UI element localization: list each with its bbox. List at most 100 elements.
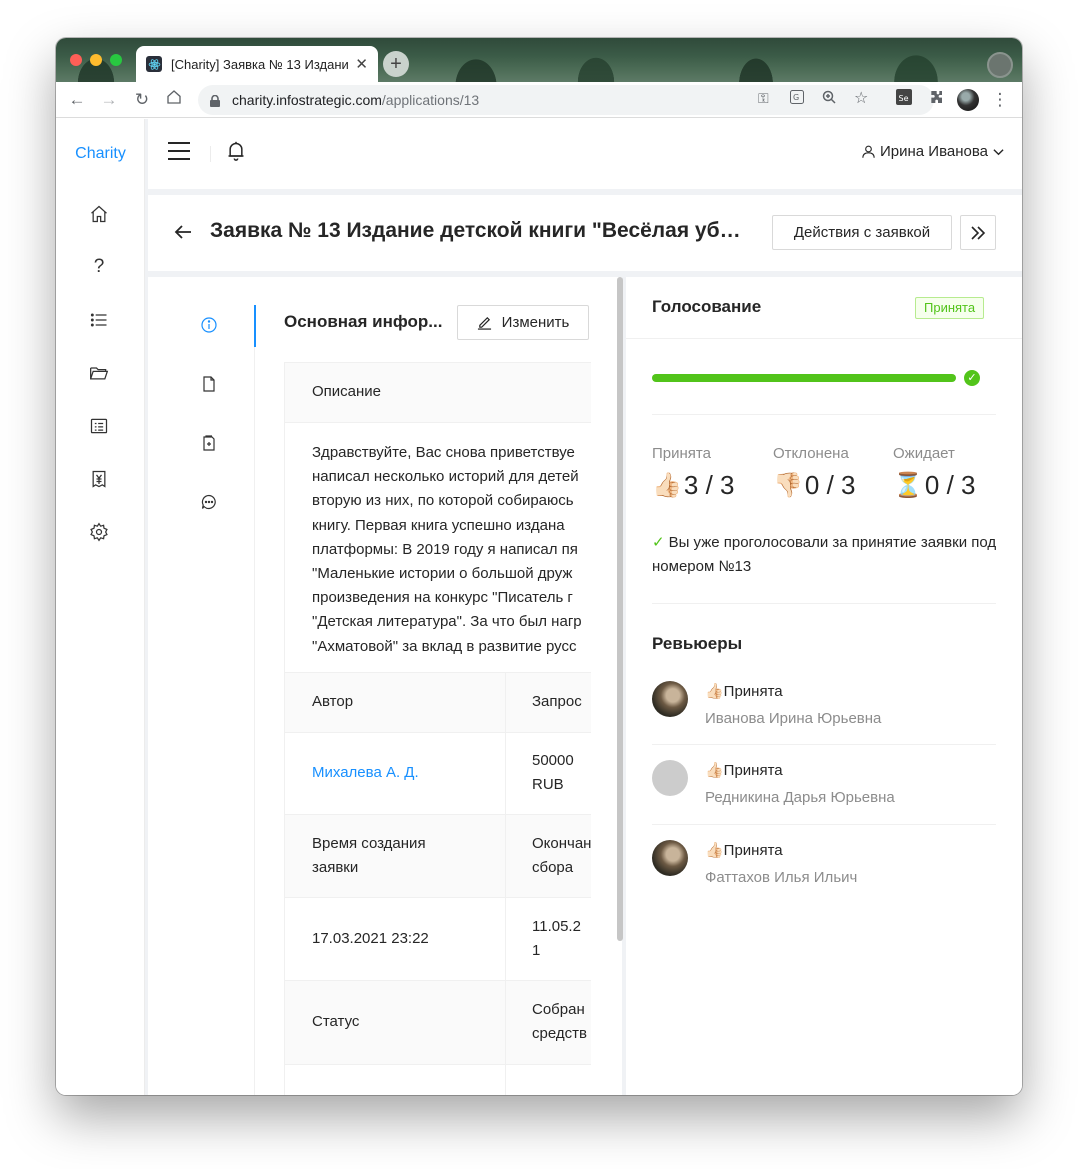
description-line: "Маленькие истории о большой друж bbox=[312, 565, 573, 583]
bookmark-star-icon[interactable]: ☆ bbox=[854, 88, 868, 108]
top-header: Ирина Иванова bbox=[148, 119, 1022, 189]
translate-icon[interactable]: G bbox=[790, 90, 804, 107]
react-icon bbox=[146, 56, 162, 72]
help-icon[interactable]: ? bbox=[88, 256, 110, 278]
list-icon[interactable] bbox=[88, 309, 110, 331]
user-name: Ирина Иванова bbox=[880, 143, 988, 160]
content-scrollbar[interactable] bbox=[617, 277, 623, 941]
svg-text:Se: Se bbox=[899, 94, 909, 103]
minimize-window-button[interactable] bbox=[90, 54, 102, 66]
home-nav-icon[interactable] bbox=[162, 88, 186, 112]
description-line: "Ахматовой" за вклад в развитие русс bbox=[312, 637, 577, 655]
card-divider bbox=[626, 338, 1022, 339]
back-arrow-icon[interactable] bbox=[174, 223, 192, 241]
stat-pending: Ожидает ⏳ 0 / 3 bbox=[893, 445, 975, 501]
browser-tab[interactable]: [Charity] Заявка № 13 Издани ✕ bbox=[136, 46, 378, 82]
browser-menu-icon[interactable]: ⋮ bbox=[988, 88, 1012, 112]
description-line: написал несколько историй для детей bbox=[312, 468, 579, 486]
reload-icon[interactable]: ↻ bbox=[130, 88, 154, 112]
comment-icon[interactable] bbox=[200, 493, 218, 511]
settings-icon[interactable] bbox=[88, 521, 110, 543]
extensions-puzzle-icon[interactable] bbox=[924, 88, 948, 112]
list-divider bbox=[652, 744, 996, 745]
list-divider bbox=[652, 824, 996, 825]
tab-close-icon[interactable]: ✕ bbox=[355, 55, 368, 73]
description-line: платформы: В 2019 году я написал пя bbox=[312, 540, 578, 558]
key-icon[interactable]: ⚿ bbox=[758, 90, 769, 107]
request-amount-currency: RUB bbox=[532, 776, 564, 793]
lock-icon bbox=[210, 94, 220, 107]
anchor-active-indicator bbox=[254, 305, 256, 347]
address-bar[interactable]: charity.infostrategic.com/applications/1… bbox=[198, 85, 934, 115]
table-column-divider bbox=[505, 673, 506, 1095]
page-header: Заявка № 13 Издание детской книги "Весёл… bbox=[148, 195, 1022, 271]
description-line: книгу. Первая книга успешно издана bbox=[312, 516, 565, 534]
info-circle-icon[interactable] bbox=[200, 316, 218, 334]
author-link[interactable]: Михалева А. Д. bbox=[312, 761, 502, 785]
table-border bbox=[285, 362, 591, 363]
browser-window: [Charity] Заявка № 13 Издани ✕ + ← → ↻ c… bbox=[56, 38, 1022, 1095]
table-border bbox=[285, 897, 591, 898]
reviewer-item: 👍🏻Принята Иванова Ирина Юрьевна bbox=[652, 677, 996, 757]
notification-bell-icon[interactable] bbox=[226, 140, 248, 164]
new-tab-button[interactable]: + bbox=[383, 51, 409, 77]
voting-title: Голосование bbox=[652, 297, 762, 316]
table-border bbox=[285, 422, 591, 423]
brand-logo[interactable]: Charity bbox=[56, 145, 145, 163]
profile-icon[interactable] bbox=[88, 415, 110, 437]
hourglass-icon: ⏳ bbox=[893, 472, 923, 499]
description-text: Здравствуйте, Вас снова приветствуе напи… bbox=[312, 441, 591, 659]
file-icon[interactable] bbox=[200, 375, 218, 393]
back-nav-icon[interactable]: ← bbox=[65, 88, 89, 112]
end-value-line: 11.05.2 bbox=[532, 918, 581, 935]
avatar bbox=[652, 760, 688, 796]
url-path: /applications/13 bbox=[381, 92, 480, 108]
file-add-icon[interactable] bbox=[200, 434, 218, 452]
reviewers-title: Ревьюеры bbox=[652, 634, 743, 653]
collected-label-line: Собран bbox=[532, 1001, 585, 1018]
close-window-button[interactable] bbox=[70, 54, 82, 66]
author-label: Автор bbox=[285, 673, 505, 732]
end-label: Окончан сбора bbox=[506, 815, 591, 897]
maximize-window-button[interactable] bbox=[110, 54, 122, 66]
end-label-line: Окончан bbox=[532, 835, 591, 852]
selenium-extension-icon[interactable]: Se bbox=[892, 88, 916, 112]
chrome-menu-icon[interactable] bbox=[987, 52, 1013, 78]
edit-icon bbox=[477, 315, 492, 330]
page-title: Заявка № 13 Издание детской книги "Весёл… bbox=[210, 219, 741, 242]
reviewer-name: Фаттахов Илья Ильич bbox=[705, 869, 858, 886]
money-icon[interactable] bbox=[88, 468, 110, 490]
stat-rejected-label: Отклонена bbox=[773, 445, 849, 462]
double-chevron-right-icon bbox=[970, 225, 986, 240]
url-host: charity.infostrategic.com bbox=[232, 92, 382, 108]
zoom-icon[interactable] bbox=[822, 90, 836, 107]
menu-toggle-icon[interactable] bbox=[168, 141, 190, 161]
application-actions-button[interactable]: Действия с заявкой bbox=[772, 215, 952, 250]
edit-button-label: Изменить bbox=[501, 314, 570, 331]
edit-button[interactable]: Изменить bbox=[457, 305, 589, 340]
reviewer-name: Иванова Ирина Юрьевна bbox=[705, 710, 882, 727]
anchor-rail bbox=[254, 305, 255, 1095]
svg-text:G: G bbox=[793, 93, 799, 102]
stat-rejected-value: 0 / 3 bbox=[804, 470, 856, 500]
avatar bbox=[652, 681, 688, 717]
user-menu[interactable]: Ирина Иванова bbox=[861, 143, 1004, 160]
check-circle-icon: ✓ bbox=[964, 370, 980, 386]
user-icon bbox=[861, 144, 876, 159]
status-label: Статус bbox=[285, 981, 505, 1064]
collected-label-line: средств bbox=[532, 1025, 587, 1042]
avatar bbox=[652, 840, 688, 876]
end-value: 11.05.2 1 bbox=[532, 915, 591, 963]
table-border bbox=[285, 1064, 591, 1065]
profile-avatar-icon[interactable] bbox=[956, 88, 980, 112]
sidebar: Charity ? bbox=[56, 119, 145, 1095]
forward-nav-icon[interactable]: → bbox=[97, 88, 121, 112]
folder-icon[interactable] bbox=[88, 362, 110, 384]
voting-card: Голосование Принята ✓ Принята 👍🏻 3 / 3 О… bbox=[626, 277, 1022, 1095]
voted-message: ✓ Вы уже проголосовали за принятие заявки… bbox=[652, 531, 998, 579]
check-icon: ✓ bbox=[652, 534, 665, 551]
expand-panel-button[interactable] bbox=[960, 215, 996, 250]
request-amount: 50000 RUB bbox=[532, 749, 591, 797]
description-line: вторую из них, по которой собираюсь bbox=[312, 492, 574, 510]
home-icon[interactable] bbox=[88, 203, 110, 225]
